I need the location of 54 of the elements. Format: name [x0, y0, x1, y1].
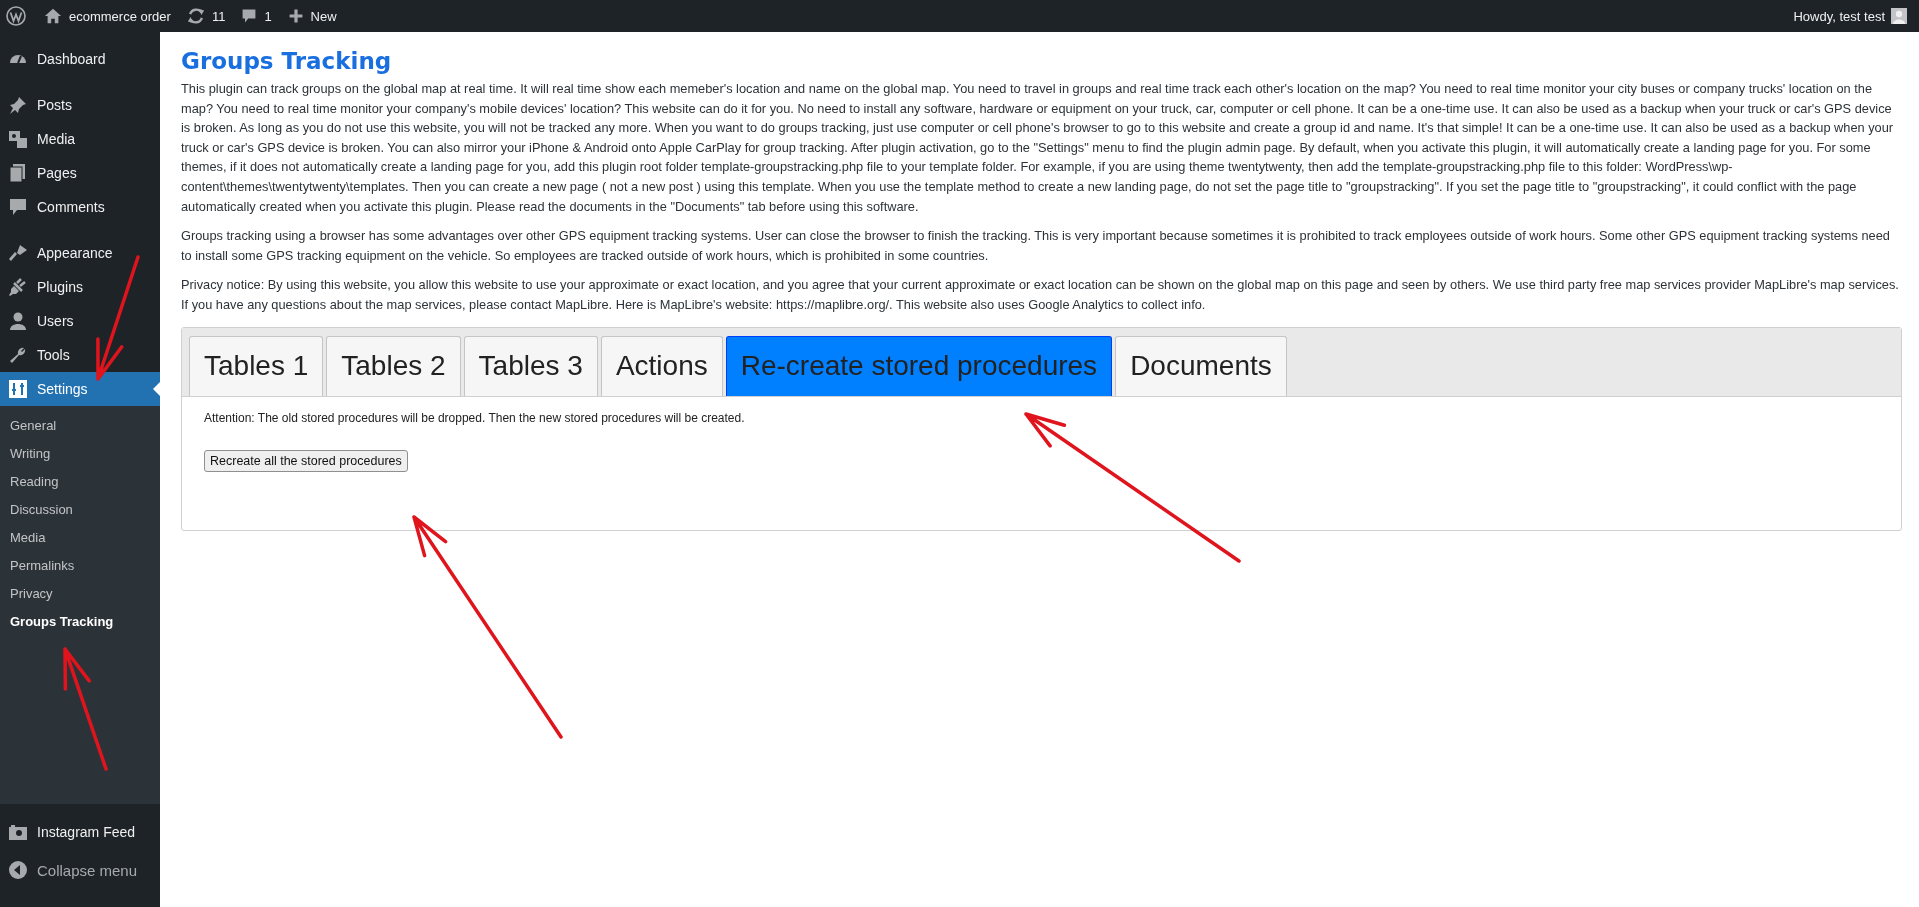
- site-name-link[interactable]: ecommerce order: [36, 0, 179, 32]
- recreate-button[interactable]: Recreate all the stored procedures: [204, 449, 408, 472]
- avatar-icon: [1891, 8, 1907, 24]
- menu-item[interactable]: Appearance: [0, 236, 160, 270]
- menu-item[interactable]: Dashboard: [0, 42, 160, 76]
- submenu-item[interactable]: Discussion: [0, 496, 160, 524]
- tab[interactable]: Tables 1: [189, 335, 324, 396]
- tab[interactable]: Documents: [1115, 335, 1287, 396]
- submenu-item[interactable]: Privacy: [0, 580, 160, 608]
- wrench-icon: [8, 345, 28, 365]
- media-icon: [8, 129, 28, 149]
- new-link[interactable]: New: [279, 0, 345, 32]
- menu-item[interactable]: Posts: [0, 88, 160, 122]
- page-title: Groups Tracking: [181, 48, 393, 74]
- plug-icon: [8, 277, 28, 297]
- updates-link[interactable]: 11: [178, 0, 234, 32]
- plus-icon: [287, 8, 304, 24]
- comments-link[interactable]: 1: [233, 0, 280, 32]
- submenu-item[interactable]: Reading: [0, 468, 160, 496]
- collapse-icon: [8, 860, 28, 880]
- menu-item[interactable]: Pages: [0, 156, 160, 190]
- tab[interactable]: Actions: [600, 335, 723, 396]
- menu-item[interactable]: Media: [0, 122, 160, 156]
- sliders-icon: [8, 379, 28, 399]
- paragraph: Groups tracking using a browser has some advantages over other GPS equipment tracking systems. User can close the browser to finish the tracking. This is very important because sometimes it is prohibited to track employees outside of work hours. Some other GPS equipment tracking systems need to install some GPS tracking equipment on the vehicle. So employees are tracked outside of work hours, which is prohibited in some countries.: [181, 227, 1891, 265]
- user-greeting-link[interactable]: Howdy, test test: [1793, 8, 1885, 24]
- paragraph: This plugin can track groups on the global map at real time. It will real time show each memeber's location and name on the global map. You need to travel in groups and real time track each other's location on the map? You need to real time monitor your city buses or company trucks' location on the map? You need to real time monitor your company's mobile devices' location? This website can do it for you. No need to install any software, hardware or equipment on your truck, car, computer or cell phone. It can be a one-time use. It can also be used as a backup when your truck or car's GPS device is broken. As long as you do not use this website, you will not be tracked any more. When you want to do groups tracking, just use computer or cell phone's browser to go to this website and create a group id and name. It's that simple! It can be a one-time use. It can also be used as a backup when your truck or car's GPS device is broken. You can also mirror your iPhone & Android onto Apple CarPlay for group tracking. After plugin activation, go to the "Settings" menu to find the plugin admin page. By default, when you activate this plugin, it will automatically create a landing page for you. For some themes, if it does not automatically create a landing page for you, add this plugin root folder template-groupstracking.php file to your template folder. For example, if you are using theme twentytwenty, then add the template-groupstracking.php file to this folder: WordPress\wp-content\themes\twentytwenty\templates. Then you can create a new page ( not a new post ) using this template. When you use the template method to create a new landing page, do not set the page title to "groupstracking". If you set the page title to "groupstracking", it could conflict with the page automatically created when you activate this plugin. Please read the documents in the "Documents" tab before using this software.: [181, 80, 1895, 216]
- submenu-item[interactable]: Writing: [0, 440, 160, 468]
- tab[interactable]: Tables 2: [326, 335, 461, 396]
- tab[interactable]: Tables 3: [463, 335, 598, 396]
- submenu-item[interactable]: Media: [0, 524, 160, 552]
- home-icon: [44, 7, 62, 25]
- menu-item[interactable]: Users: [0, 304, 160, 338]
- menu-item[interactable]: Plugins: [0, 270, 160, 304]
- menu-item[interactable]: Settings: [0, 372, 160, 406]
- user-icon: [8, 311, 28, 331]
- comment-icon: [241, 8, 258, 24]
- pin-icon: [8, 95, 28, 115]
- notice-text: Attention: The old stored procedures will be dropped. Then the new stored procedures will be created.: [204, 410, 746, 425]
- menu-item[interactable]: Comments: [0, 190, 160, 224]
- submenu-item[interactable]: Permalinks: [0, 552, 160, 580]
- refresh-icon: [186, 7, 205, 25]
- paragraph: Privacy notice: By using this website, you allow this website to use your approximate or exact location, and you agree that your current approximate or exact location can be shown on the global map on this page and seen by others. We use third party free map services provider MapLibre's map services. If you have any questions about the map services, please contact MapLibre. Here is MapLibre's website: https://maplibre.org/. This website also uses Google Analytics to collect info.: [181, 276, 1900, 314]
- menu-item[interactable]: Tools: [0, 338, 160, 372]
- collapse-menu-button[interactable]: Collapse menu: [0, 852, 160, 888]
- pages-icon: [8, 163, 28, 183]
- submenu-item[interactable]: Groups Tracking: [0, 608, 160, 636]
- tab[interactable]: Re-create stored procedures: [725, 335, 1113, 396]
- comment-icon: [8, 197, 28, 217]
- brush-icon: [8, 243, 28, 263]
- submenu-item[interactable]: General: [0, 412, 160, 440]
- camera-icon: [8, 822, 28, 842]
- menu-item[interactable]: Instagram Feed: [0, 814, 160, 850]
- wordpress-logo-icon[interactable]: [6, 6, 26, 26]
